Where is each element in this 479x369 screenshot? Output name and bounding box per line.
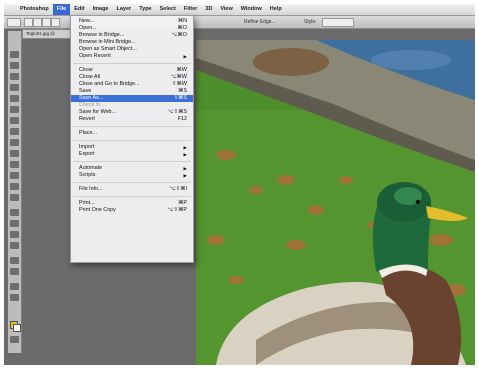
menu-item-export[interactable]: Export ▶ [71, 151, 193, 158]
menu-separator [73, 182, 191, 183]
menu-window[interactable]: Window [237, 4, 266, 15]
background-color-swatch[interactable] [13, 324, 21, 332]
menu-item-browse-in-bridge[interactable]: Browse in Bridge... ⌥⌘O [71, 32, 193, 39]
menu-item-print[interactable]: Print... ⌘P [71, 200, 193, 207]
menu-item-browse-in-mini-bridge[interactable]: Browse in Mini Bridge... [71, 39, 193, 46]
menu-item-open-as-smart-object[interactable]: Open as Smart Object... [71, 46, 193, 53]
subtract-selection-button[interactable] [42, 18, 51, 27]
menu-item-close-and-go-to-bridge[interactable]: Close and Go to Bridge... ⇧⌘W [71, 81, 193, 88]
menu-item-place[interactable]: Place... [71, 130, 193, 137]
marquee-tool-icon[interactable] [10, 62, 19, 69]
menu-layer[interactable]: Layer [113, 4, 136, 15]
document-canvas[interactable] [196, 40, 475, 365]
intersect-selection-button[interactable] [51, 18, 60, 27]
dodge-tool-icon[interactable] [10, 194, 19, 201]
shape-tool-icon[interactable] [10, 242, 19, 249]
submenu-arrow-icon: ▶ [183, 173, 187, 178]
lasso-tool-icon[interactable] [10, 73, 19, 80]
menu-item-save-as[interactable]: Save As... ⇧⌘S [71, 95, 193, 102]
menu-help[interactable]: Help [266, 4, 286, 15]
new-selection-button[interactable] [24, 18, 33, 27]
menu-item-close[interactable]: Close ⌘W [71, 67, 193, 74]
menu-item-new[interactable]: New... ⌘N [71, 18, 193, 25]
menu-item-automate[interactable]: Automate ▶ [71, 165, 193, 172]
zoom-tool-icon[interactable] [10, 294, 19, 301]
gradient-tool-icon[interactable] [10, 172, 19, 179]
menu-separator [73, 140, 191, 141]
add-selection-button[interactable] [33, 18, 42, 27]
brush-tool-icon[interactable] [10, 128, 19, 135]
pen-tool-icon[interactable] [10, 209, 19, 216]
menu-separator [73, 161, 191, 162]
file-menu-dropdown: New... ⌘N Open... ⌘O Browse in Bridge...… [70, 15, 194, 263]
menu-item-import[interactable]: Import ▶ [71, 144, 193, 151]
menu-item-file-info[interactable]: File Info... ⌥⇧⌘I [71, 186, 193, 193]
menu-item-open-recent[interactable]: Open Recent ▶ [71, 53, 193, 60]
menu-item-save[interactable]: Save ⌘S [71, 88, 193, 95]
3d-rotate-tool-icon[interactable] [10, 257, 19, 264]
menu-type[interactable]: Type [135, 4, 155, 15]
menu-item-close-all[interactable]: Close All ⌥⌘W [71, 74, 193, 81]
photoshop-window: Photoshop File Edit Image Layer Type Sel… [4, 4, 475, 365]
quick-select-tool-icon[interactable] [10, 84, 19, 91]
submenu-arrow-icon: ▶ [183, 152, 187, 157]
healing-brush-tool-icon[interactable] [10, 117, 19, 124]
refine-edge-button[interactable]: Refine Edge... [244, 18, 276, 26]
menu-separator [73, 63, 191, 64]
menu-item-save-for-web[interactable]: Save for Web... ⌥⇧⌘S [71, 109, 193, 116]
history-brush-tool-icon[interactable] [10, 150, 19, 157]
menu-select[interactable]: Select [156, 4, 180, 15]
menu-file[interactable]: File [52, 4, 71, 15]
move-tool-icon[interactable] [10, 51, 19, 58]
tools-panel [8, 31, 22, 353]
path-select-tool-icon[interactable] [10, 231, 19, 238]
menu-image[interactable]: Image [89, 4, 113, 15]
style-select[interactable] [322, 18, 354, 27]
menu-photoshop[interactable]: Photoshop [16, 4, 53, 15]
blur-tool-icon[interactable] [10, 183, 19, 190]
menu-3d[interactable]: 3D [201, 4, 216, 15]
eyedropper-tool-icon[interactable] [10, 106, 19, 113]
crop-tool-icon[interactable] [10, 95, 19, 102]
menu-item-open[interactable]: Open... ⌘O [71, 25, 193, 32]
submenu-arrow-icon: ▶ [183, 54, 187, 59]
type-tool-icon[interactable] [10, 220, 19, 227]
menu-separator [73, 126, 191, 127]
3d-camera-tool-icon[interactable] [10, 268, 19, 275]
document-tab[interactable]: Teglo01.jpg @ [22, 29, 75, 39]
menu-separator [73, 196, 191, 197]
eraser-tool-icon[interactable] [10, 161, 19, 168]
clone-stamp-tool-icon[interactable] [10, 139, 19, 146]
hand-tool-icon[interactable] [10, 283, 19, 290]
submenu-arrow-icon: ▶ [183, 145, 187, 150]
menu-item-print-one-copy[interactable]: Print One Copy ⌥⇧⌘P [71, 207, 193, 214]
mallard-duck-photo [196, 40, 475, 365]
menu-item-revert[interactable]: Revert F12 [71, 116, 193, 123]
tool-preset-picker[interactable] [7, 18, 21, 27]
quick-mask-icon[interactable] [10, 336, 19, 343]
submenu-arrow-icon: ▶ [183, 166, 187, 171]
style-label: Style: [304, 19, 317, 25]
menu-edit[interactable]: Edit [70, 4, 88, 15]
menu-filter[interactable]: Filter [180, 4, 201, 15]
menu-view[interactable]: View [216, 4, 236, 15]
menu-item-scripts[interactable]: Scripts ▶ [71, 172, 193, 179]
menu-item-check-in: Check In... [79, 102, 105, 108]
